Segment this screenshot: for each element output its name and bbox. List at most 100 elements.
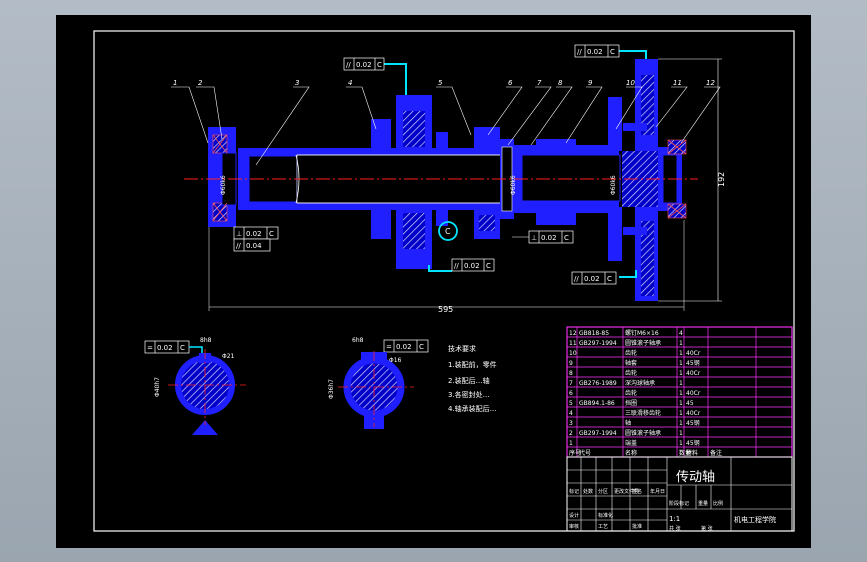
bom-cell-no: 4 <box>569 410 573 417</box>
cad-drawing: C 595 192 Φ60k6 Φ60k6 Φ60k6 1 2 3 4 5 6 … <box>93 30 795 532</box>
bom-header-note: 备注 <box>710 449 722 457</box>
bom-cell-no: 10 <box>569 350 577 357</box>
tb-cell-stage: 阶段标记 <box>669 500 689 507</box>
bom-cell-qty: 1 <box>679 380 683 387</box>
bom-cell-name: 齿轮 <box>625 389 637 397</box>
bom-cell-material: 45钢 <box>686 439 700 447</box>
bom-cell-material: 45 <box>686 400 694 407</box>
bom-cell-qty: 1 <box>679 420 683 427</box>
bom-cell-name: 圆锥滚子轴承 <box>625 429 661 437</box>
height-dim: 192 <box>717 172 726 187</box>
svg-text://: // <box>346 61 351 69</box>
bom-cell-qty: 1 <box>679 440 683 447</box>
bom-cell-name: 轴 <box>625 419 631 427</box>
bom-cell-code: GB894.1-86 <box>579 400 615 407</box>
bom-cell-qty: 1 <box>679 410 683 417</box>
bom-cell-no: 2 <box>569 430 573 437</box>
tolerance-section-left: = 0.02 C <box>144 340 203 355</box>
bom-cell-no: 7 <box>569 380 573 387</box>
dia-mid-dim: Φ60k6 <box>510 175 517 195</box>
drawing-sheet: C 595 192 Φ60k6 Φ60k6 Φ60k6 1 2 3 4 5 6 … <box>56 15 811 548</box>
bom-cell-code: GB818-85 <box>579 330 609 337</box>
svg-text:C: C <box>180 344 185 352</box>
balloon-7: 7 <box>537 79 542 87</box>
tb-cell-design: 设计 <box>569 512 579 519</box>
tb-cell-standard: 标准化 <box>598 512 613 519</box>
svg-text:C: C <box>607 275 612 283</box>
balloon-1: 1 <box>173 79 177 87</box>
bom-cell-code: GB297-1994 <box>579 430 617 437</box>
balloon-4: 4 <box>348 79 352 87</box>
svg-text:⊥: ⊥ <box>236 230 242 238</box>
bom-cell-qty: 1 <box>679 390 683 397</box>
tb-cell-mark: 标记 <box>569 488 579 495</box>
sec2-key-dim: 6h8 <box>352 337 364 344</box>
note-line-1: 1.装配前，零件 <box>448 360 497 369</box>
note-line-2: 2.装配后…轴 <box>448 376 490 385</box>
notes-heading: 技术要求 <box>448 344 476 353</box>
bom-cell-material: 40Cr <box>686 370 701 377</box>
dia-left-dim: Φ60k6 <box>220 175 227 195</box>
bom-cell-name: 圆锥滚子轴承 <box>625 339 661 347</box>
svg-text:0.02: 0.02 <box>157 344 173 352</box>
dia-right-dim: Φ60k6 <box>610 175 617 195</box>
bom-cell-name: 三联滑移齿轮 <box>625 409 661 417</box>
tb-cell-count: 处数 <box>583 488 593 495</box>
tb-cell-sign: 签名 <box>632 488 642 495</box>
tolerance-left-1: ⊥ 0.02 C <box>233 226 279 240</box>
tolerance-section-right: = 0.02 C <box>383 339 429 353</box>
balloon-11: 11 <box>673 79 682 87</box>
svg-text:C: C <box>269 230 274 238</box>
bom-cell-code: GB297-1994 <box>579 340 617 347</box>
svg-text:0.02: 0.02 <box>246 230 262 238</box>
title-block: 传动轴 1:1 机电工程学院 标记 处数 分区 更改文件号 签名 年月日 设计 … <box>566 456 793 532</box>
shaft-assembly-view: C 595 192 Φ60k6 Φ60k6 Φ60k6 1 2 3 4 5 6 … <box>171 50 726 314</box>
bom-header-material: 材料 <box>686 449 698 457</box>
bom-cell-material: 40Cr <box>686 350 701 357</box>
balloon-10: 10 <box>626 79 635 87</box>
tb-cell-ratio: 比例 <box>713 500 723 507</box>
note-line-4: 4.轴承装配后… <box>448 404 497 413</box>
scale-value: 1:1 <box>669 515 680 523</box>
note-line-3: 3.各密封处… <box>448 390 490 399</box>
bom-cell-qty: 1 <box>679 360 683 367</box>
tolerance-right-mid: ⊥ 0.02 C <box>512 230 574 244</box>
bom-cell-qty: 1 <box>679 430 683 437</box>
bom-header-name: 名称 <box>625 449 637 457</box>
svg-text://: // <box>236 242 241 250</box>
bom-cell-material: 40Cr <box>686 410 701 417</box>
bom-cell-name: 螺钉M6×16 <box>625 329 659 337</box>
bom-cell-name: 深沟球轴承 <box>625 379 655 387</box>
bom-table: 12 GB818-85 螺钉M6×16 411 GB297-1994 圆锥滚子轴承 110 齿… <box>566 326 793 458</box>
bom-cell-name: 轴套 <box>625 359 637 367</box>
balloon-5: 5 <box>438 79 443 87</box>
sec1-key-dim: 8h8 <box>200 337 212 344</box>
balloon-3: 3 <box>295 79 299 87</box>
svg-text://: // <box>577 48 582 56</box>
svg-text:0.02: 0.02 <box>464 262 480 270</box>
bom-cell-name: 挡圈 <box>625 399 637 407</box>
svg-text:⊥: ⊥ <box>531 234 537 242</box>
bom-cell-no: 9 <box>569 360 573 367</box>
svg-text:0.02: 0.02 <box>356 61 372 69</box>
sec2-dia-dim: Φ16 <box>389 357 402 364</box>
bom-cell-qty: 1 <box>679 340 683 347</box>
bom-cell-material: 45钢 <box>686 419 700 427</box>
svg-text://: // <box>574 275 579 283</box>
svg-text:0.04: 0.04 <box>246 242 262 250</box>
tb-cell-total: 共 张 <box>669 525 681 532</box>
balloon-9: 9 <box>588 79 593 87</box>
tb-cell-review: 审核 <box>569 523 579 530</box>
bom-cell-material: 45钢 <box>686 359 700 367</box>
bom-cell-qty: 1 <box>679 400 683 407</box>
bom-cell-name: 齿轮 <box>625 369 637 377</box>
bom-cell-no: 11 <box>569 340 577 347</box>
sec1-dia2-dim: Φ40h7 <box>154 377 161 397</box>
school-name: 机电工程学院 <box>734 515 776 524</box>
svg-text:C: C <box>486 262 491 270</box>
bom-cell-name: 端盖 <box>625 439 637 447</box>
bom-cell-no: 1 <box>569 440 573 447</box>
svg-text:=: = <box>147 344 153 352</box>
tb-cell-date: 年月日 <box>650 488 665 495</box>
balloon-2: 2 <box>198 79 203 87</box>
